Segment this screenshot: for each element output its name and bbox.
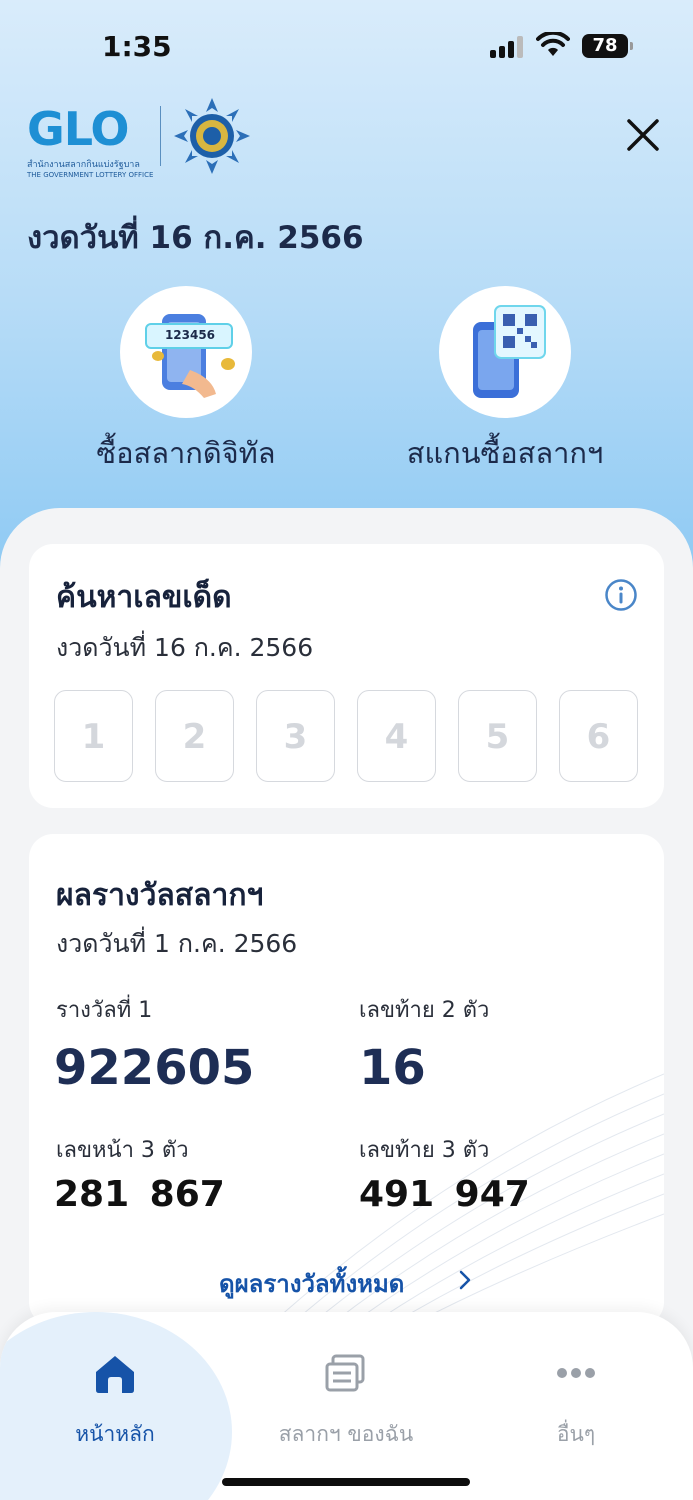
cellular-signal-icon [490, 36, 524, 58]
last-three-digits-label: เลขท้าย 3 ตัว [359, 1138, 490, 1163]
first-prize-number: 922605 [54, 1040, 255, 1096]
digit-input-5[interactable]: 5 [458, 690, 537, 782]
lucky-number-search-card: ค้นหาเลขเด็ด งวดวันที่ 16 ก.ค. 2566 1 2 … [29, 544, 664, 808]
logo-text: GLO [27, 102, 130, 156]
bottom-tab-bar: หน้าหลัก สลากฯ ของฉัน อื่นๆ [0, 1312, 693, 1500]
government-emblem-icon [174, 98, 250, 174]
tab-my-lottery[interactable]: สลากฯ ของฉัน [246, 1348, 446, 1451]
tab-my-lottery-label: สลากฯ ของฉัน [278, 1422, 414, 1446]
digit-input-3[interactable]: 3 [256, 690, 335, 782]
see-all-results-link[interactable]: ดูผลรางวัลทั้งหมด [219, 1264, 404, 1303]
scan-buy-lottery-button[interactable]: สแกนซื้อสลากฯ [375, 286, 635, 476]
status-bar: 1:35 78 [0, 0, 693, 95]
info-icon[interactable] [604, 578, 638, 612]
digit-input-1[interactable]: 1 [54, 690, 133, 782]
chevron-right-icon[interactable] [457, 1268, 473, 1292]
search-card-date: งวดวันที่ 16 ก.ค. 2566 [56, 633, 314, 662]
buy-digital-lottery-label: ซื้อสลากดิจิทัล [96, 436, 276, 470]
ticket-number-text: 123456 [164, 328, 216, 342]
draw-date-heading: งวดวันที่ 16 ก.ค. 2566 [27, 220, 364, 256]
buy-digital-lottery-button[interactable]: 123456 ซื้อสลากดิจิทัล [56, 286, 316, 476]
last-three-digits-number: 491 947 [359, 1174, 530, 1215]
logo-subtitle-th: สำนักงานสลากกินแบ่งรัฐบาล [27, 160, 140, 170]
tab-home[interactable]: หน้าหลัก [15, 1348, 215, 1451]
glo-logo: GLO สำนักงานสลากกินแบ่งรัฐบาล THE GOVERN… [27, 103, 157, 181]
phone-ticket-icon: 123456 [120, 286, 252, 418]
front-three-digits-number: 281 867 [54, 1174, 225, 1215]
results-card-date: งวดวันที่ 1 ก.ค. 2566 [56, 929, 298, 958]
tab-more-label: อื่นๆ [556, 1422, 596, 1446]
last-two-digits-number: 16 [359, 1040, 426, 1096]
digit-input-4[interactable]: 4 [357, 690, 436, 782]
search-card-title: ค้นหาเลขเด็ด [56, 580, 232, 615]
results-card-title: ผลรางวัลสลากฯ [56, 878, 264, 913]
close-button[interactable] [620, 112, 666, 158]
digit-input-2[interactable]: 2 [155, 690, 234, 782]
front-three-digits-label: เลขหน้า 3 ตัว [56, 1138, 189, 1163]
status-time: 1:35 [102, 30, 172, 63]
digit-input-6[interactable]: 6 [559, 690, 638, 782]
home-icon [96, 1356, 134, 1393]
tab-home-label: หน้าหลัก [75, 1422, 155, 1446]
wifi-icon [536, 32, 570, 56]
first-prize-label: รางวัลที่ 1 [56, 998, 153, 1023]
home-indicator[interactable] [222, 1478, 470, 1486]
last-two-digits-label: เลขท้าย 2 ตัว [359, 998, 490, 1023]
tab-more[interactable]: อื่นๆ [476, 1348, 676, 1451]
digit-input-row: 1 2 3 4 5 6 [54, 690, 639, 782]
scan-buy-lottery-label: สแกนซื้อสลากฯ [406, 436, 604, 470]
lottery-results-card: ผลรางวัลสลากฯ งวดวันที่ 1 ก.ค. 2566 รางว… [29, 834, 664, 1326]
more-icon [557, 1368, 595, 1378]
qr-scan-icon [439, 286, 571, 418]
logo-subtitle-en: THE GOVERNMENT LOTTERY OFFICE [27, 171, 154, 179]
battery-icon: 78 [582, 34, 633, 58]
logo-divider [160, 106, 161, 166]
tickets-icon [325, 1354, 365, 1392]
